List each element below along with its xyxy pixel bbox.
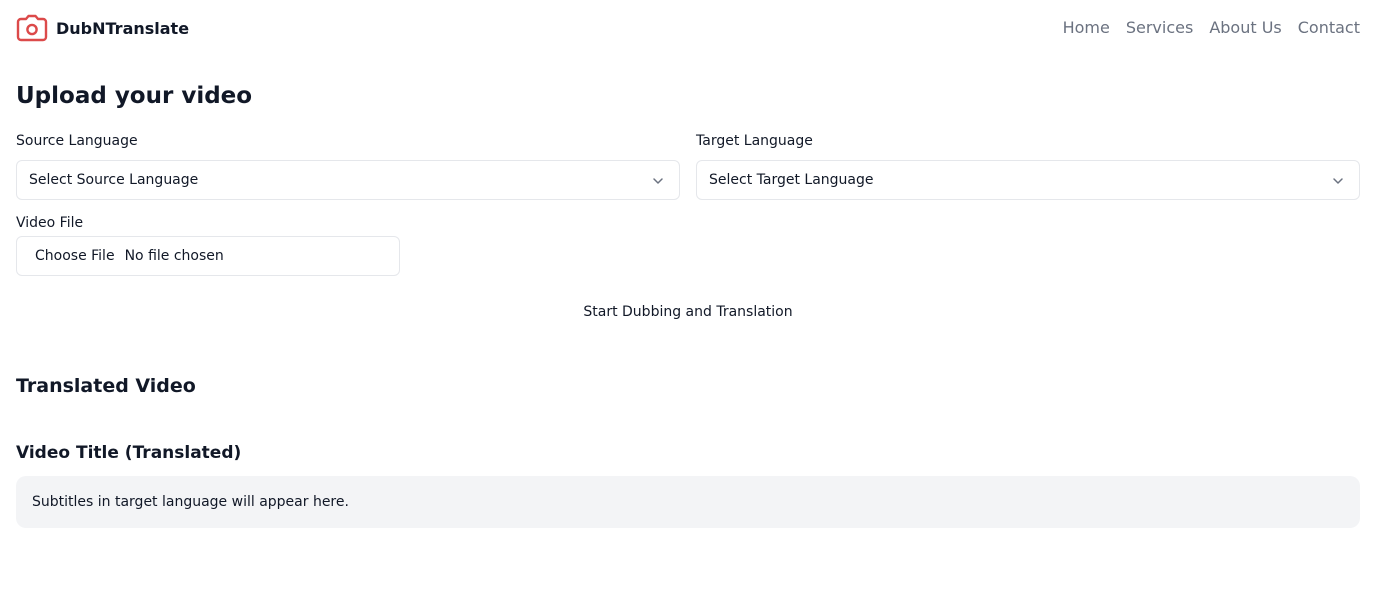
brand-name: DubNTranslate	[56, 18, 190, 38]
nav-home[interactable]: Home	[1063, 17, 1110, 39]
chevron-down-icon	[1333, 178, 1343, 184]
subtitles-panel: Subtitles in target language will appear…	[16, 476, 1360, 528]
chevron-down-icon	[653, 178, 663, 184]
nav-contact[interactable]: Contact	[1298, 17, 1360, 39]
subtitles-text: Subtitles in target language will appear…	[32, 494, 349, 510]
target-language-value: Select Target Language	[709, 172, 874, 188]
source-language-select[interactable]: Select Source Language	[16, 160, 680, 200]
file-status: No file chosen	[124, 248, 224, 264]
source-language-value: Select Source Language	[29, 172, 199, 188]
source-language-label: Source Language	[16, 133, 138, 149]
start-dubbing-button[interactable]: Start Dubbing and Translation	[560, 296, 816, 328]
main-nav: Home Services About Us Contact	[1063, 17, 1360, 39]
video-file-label: Video File	[16, 215, 84, 231]
target-language-select[interactable]: Select Target Language	[696, 160, 1360, 200]
page-title: Upload your video	[16, 83, 253, 109]
target-language-label: Target Language	[696, 133, 813, 149]
video-title: Video Title (Translated)	[16, 443, 242, 463]
nav-services[interactable]: Services	[1126, 17, 1193, 39]
nav-about-us[interactable]: About Us	[1209, 17, 1281, 39]
video-file-input[interactable]: Choose File No file chosen	[16, 236, 400, 276]
translated-video-heading: Translated Video	[16, 375, 196, 397]
site-header: DubNTranslate Home Services About Us Con…	[0, 0, 1376, 56]
choose-file-button[interactable]: Choose File	[35, 248, 115, 264]
camera-icon	[16, 14, 48, 42]
brand-logo[interactable]: DubNTranslate	[16, 14, 189, 42]
